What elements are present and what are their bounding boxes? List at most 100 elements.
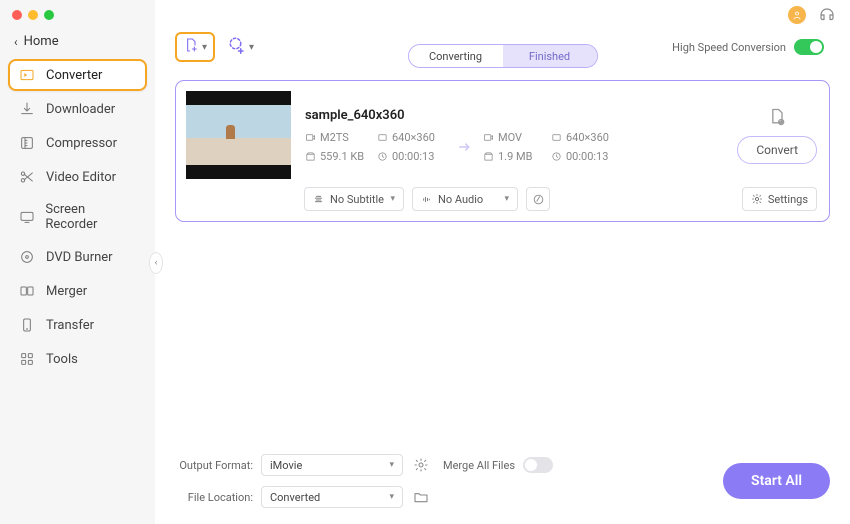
dst-size: 1.9 MB (483, 150, 545, 163)
maximize-window-button[interactable] (44, 10, 54, 20)
sidebar-item-screen-recorder[interactable]: Screen Recorder (8, 195, 147, 239)
tab-finished[interactable]: Finished (503, 45, 597, 67)
file-location-value: Converted (270, 491, 320, 504)
settings-button[interactable]: Settings (742, 187, 817, 211)
screen-recorder-icon (18, 208, 35, 226)
audio-value: No Audio (438, 193, 483, 206)
output-format-label: Output Format: (175, 459, 253, 472)
home-link[interactable]: ‹ Home (0, 30, 155, 57)
chevron-left-icon: ‹ (14, 35, 18, 49)
audio-select[interactable]: No Audio ▾ (412, 187, 518, 211)
disc-icon (18, 248, 36, 266)
output-settings-button[interactable] (411, 455, 431, 475)
window-controls (0, 6, 155, 30)
merge-label: Merge All Files (443, 459, 515, 472)
tab-converting[interactable]: Converting (409, 45, 503, 67)
sidebar-item-label: Compressor (46, 136, 117, 151)
chevron-down-icon: ▾ (389, 460, 394, 470)
open-folder-button[interactable] (411, 487, 431, 507)
chevron-down-icon: ▾ (390, 194, 395, 204)
file-card-row: sample_640x360 M2TS 640×360 MOV 640×360 … (186, 91, 817, 179)
minimize-window-button[interactable] (28, 10, 38, 20)
output-format-select[interactable]: iMovie ▾ (261, 454, 403, 476)
chevron-down-icon: ▾ (202, 42, 207, 53)
output-format-row: Output Format: iMovie ▾ Merge All Files (175, 454, 553, 476)
sidebar-item-dvd-burner[interactable]: DVD Burner (8, 241, 147, 273)
close-window-button[interactable] (12, 10, 22, 20)
support-icon[interactable] (818, 6, 836, 24)
file-name: sample_640x360 (305, 108, 723, 123)
sidebar-item-video-editor[interactable]: Video Editor (8, 161, 147, 193)
chevron-down-icon: ▾ (504, 194, 509, 204)
start-all-button[interactable]: Start All (723, 463, 830, 499)
high-speed-label: High Speed Conversion (672, 41, 786, 54)
download-icon (18, 100, 36, 118)
file-location-row: File Location: Converted ▾ (175, 486, 553, 508)
sidebar-item-label: DVD Burner (46, 250, 113, 265)
sidebar-item-label: Video Editor (46, 170, 116, 185)
main-panel: ▾ ▾ Converting Finished High Speed Conve… (155, 0, 850, 524)
sidebar-item-transfer[interactable]: Transfer (8, 309, 147, 341)
file-meta: sample_640x360 M2TS 640×360 MOV 640×360 … (305, 108, 723, 163)
high-speed-toggle[interactable] (794, 39, 824, 55)
sidebar-item-compressor[interactable]: Compressor (8, 127, 147, 159)
output-format-value: iMovie (270, 459, 302, 472)
settings-label: Settings (768, 193, 808, 206)
merge-toggle[interactable] (523, 457, 553, 473)
add-remote-button[interactable]: ▾ (223, 32, 259, 62)
collapse-sidebar-button[interactable]: ‹ (149, 252, 163, 274)
transfer-icon (18, 316, 36, 334)
compressor-icon (18, 134, 36, 152)
bottom-bar: Output Format: iMovie ▾ Merge All Files … (155, 442, 850, 524)
sidebar-item-converter[interactable]: Converter (8, 59, 147, 91)
sidebar: ‹ Home Converter Downloader Compressor V… (0, 0, 155, 524)
dst-duration: 00:00:13 (551, 150, 621, 163)
add-remote-icon (228, 36, 246, 58)
subtitle-value: No Subtitle (330, 193, 384, 206)
sidebar-item-label: Tools (46, 352, 78, 367)
src-size: 559.1 KB (305, 150, 371, 163)
toolbar: ▾ ▾ Converting Finished High Speed Conve… (155, 26, 850, 72)
add-file-icon (183, 37, 199, 57)
status-tabs: Converting Finished (408, 44, 598, 68)
sidebar-item-label: Screen Recorder (45, 202, 137, 232)
sidebar-item-label: Converter (46, 68, 102, 83)
video-thumbnail[interactable] (186, 91, 291, 179)
chevron-down-icon: ▾ (389, 492, 394, 502)
arrow-icon (453, 138, 477, 156)
merger-icon (18, 282, 36, 300)
dst-format: MOV (483, 131, 545, 144)
converter-icon (18, 66, 36, 84)
file-info-grid: M2TS 640×360 MOV 640×360 559.1 KB 00:00:… (305, 131, 723, 163)
convert-button[interactable]: Convert (737, 136, 817, 164)
high-speed-wrap: High Speed Conversion (672, 39, 824, 55)
src-resolution: 640×360 (377, 131, 447, 144)
file-options-row: No Subtitle ▾ No Audio ▾ Settings (304, 187, 817, 211)
file-card: sample_640x360 M2TS 640×360 MOV 640×360 … (175, 80, 830, 222)
sidebar-items: Converter Downloader Compressor Video Ed… (0, 57, 155, 377)
output-form: Output Format: iMovie ▾ Merge All Files … (175, 454, 553, 508)
home-label: Home (24, 34, 59, 49)
sidebar-item-label: Transfer (46, 318, 94, 333)
src-duration: 00:00:13 (377, 150, 447, 163)
info-button[interactable] (526, 187, 550, 211)
sidebar-item-merger[interactable]: Merger (8, 275, 147, 307)
file-actions: Convert (737, 106, 817, 164)
src-format: M2TS (305, 131, 371, 144)
file-location-label: File Location: (175, 491, 253, 504)
sidebar-item-label: Downloader (46, 102, 115, 117)
edit-output-button[interactable] (766, 106, 788, 128)
chevron-down-icon: ▾ (249, 42, 254, 53)
sidebar-item-label: Merger (46, 284, 87, 299)
dst-resolution: 640×360 (551, 131, 621, 144)
merge-wrap: Merge All Files (443, 457, 553, 473)
file-location-select[interactable]: Converted ▾ (261, 486, 403, 508)
add-buttons: ▾ ▾ (175, 32, 259, 62)
top-bar (155, 0, 850, 26)
user-avatar[interactable] (788, 6, 806, 24)
subtitle-select[interactable]: No Subtitle ▾ (304, 187, 404, 211)
sidebar-item-tools[interactable]: Tools (8, 343, 147, 375)
add-file-button[interactable]: ▾ (175, 32, 215, 62)
sidebar-item-downloader[interactable]: Downloader (8, 93, 147, 125)
scissors-icon (18, 168, 36, 186)
